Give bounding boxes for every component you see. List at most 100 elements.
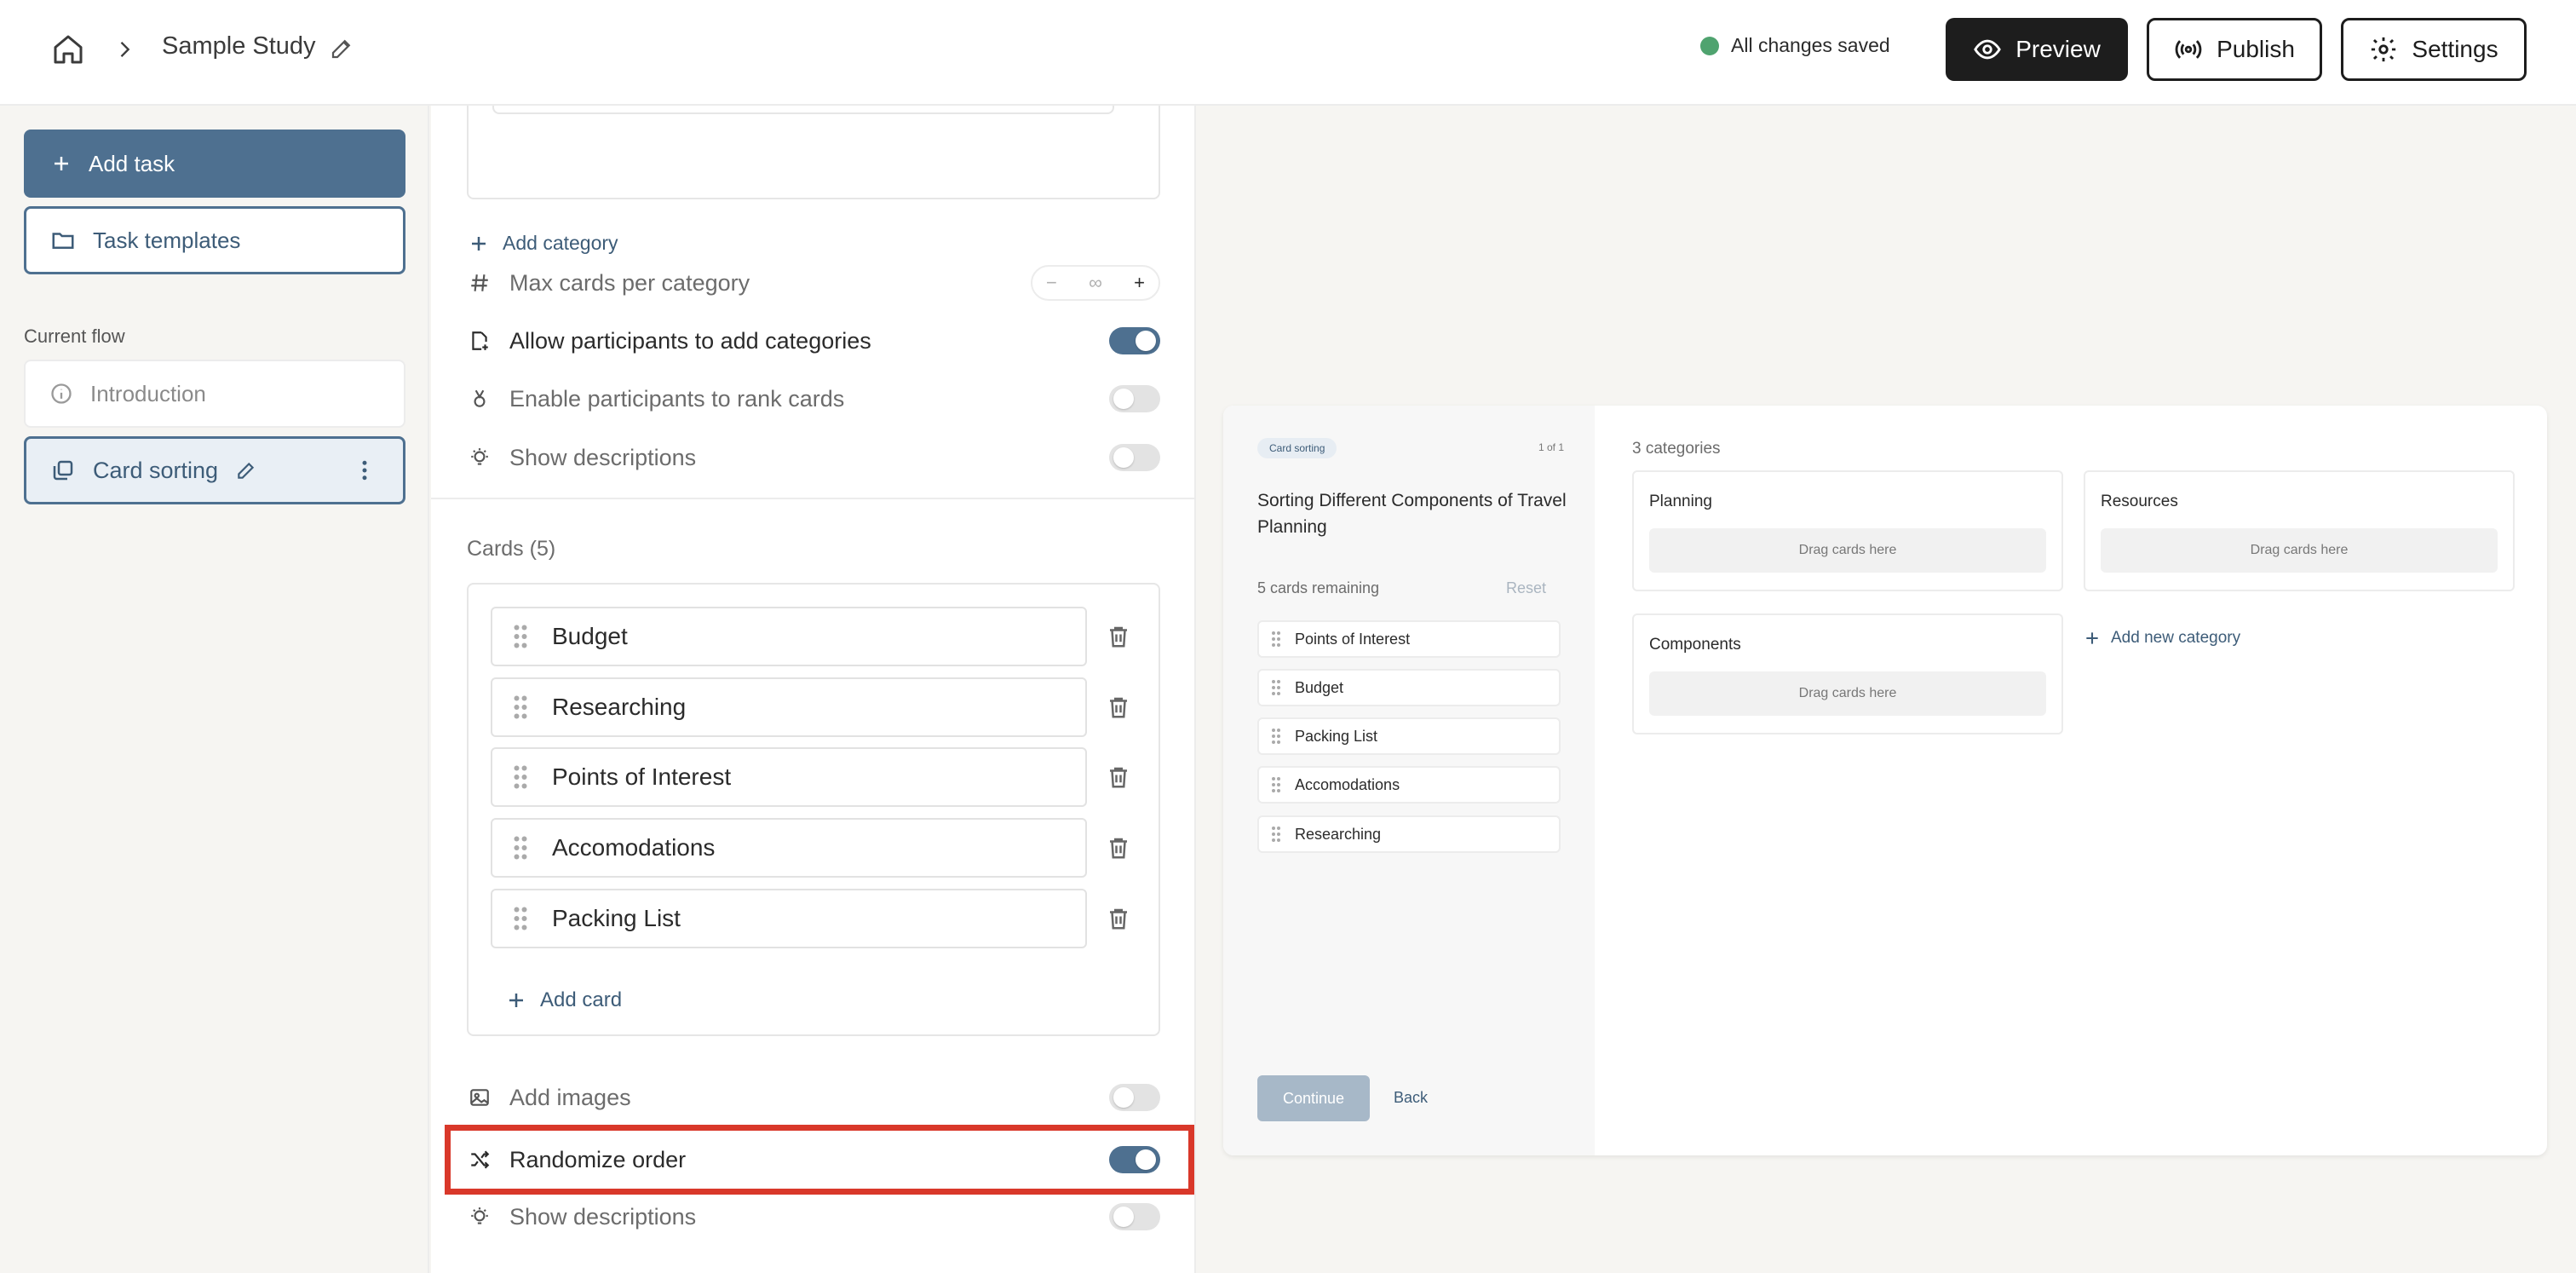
- trash-icon[interactable]: [1106, 834, 1131, 861]
- preview-card[interactable]: Points of Interest: [1257, 620, 1561, 658]
- bulb-icon: [467, 445, 492, 470]
- drag-handle-icon[interactable]: [513, 764, 528, 790]
- info-icon: [51, 383, 72, 404]
- add-card-button[interactable]: Add card: [506, 988, 622, 1012]
- add-task-button[interactable]: Add task: [24, 130, 405, 198]
- preview-canvas: Card sorting 1 of 1 Sorting Different Co…: [1198, 106, 2576, 1273]
- card-input[interactable]: Packing List: [491, 889, 1087, 948]
- card-input[interactable]: Points of Interest: [491, 747, 1087, 807]
- sidebar: Add task Task templates Current flow Int…: [0, 106, 429, 1273]
- categories-count: 3 categories: [1632, 440, 1721, 458]
- setting-show-descriptions-bottom: Show descriptions: [467, 1196, 1160, 1237]
- preview-card[interactable]: Packing List: [1257, 717, 1561, 755]
- study-name: Sample Study: [162, 32, 316, 60]
- drag-handle-icon: [1272, 729, 1280, 744]
- task-templates-button[interactable]: Task templates: [24, 206, 405, 274]
- task-title: Sorting Different Components of Travel P…: [1257, 491, 1567, 537]
- card-input[interactable]: Budget: [491, 607, 1087, 666]
- eye-icon: [1974, 39, 2002, 60]
- category-resources: Resources Drag cards here: [2084, 470, 2515, 591]
- drag-handle-icon[interactable]: [513, 835, 528, 861]
- show-descriptions-bottom-toggle[interactable]: [1109, 1203, 1160, 1230]
- add-new-category-label: Add new category: [2111, 629, 2241, 647]
- top-bar: Sample Study All changes saved Preview P…: [0, 0, 2576, 106]
- card-input[interactable]: Researching: [491, 677, 1087, 737]
- preview-card-label: Accomodations: [1295, 775, 1400, 793]
- home-button[interactable]: [48, 29, 89, 70]
- preview-card[interactable]: Accomodations: [1257, 766, 1561, 804]
- add-category-button[interactable]: Add category: [469, 232, 618, 255]
- broadcast-icon: [2175, 40, 2202, 59]
- preview-card[interactable]: Budget: [1257, 669, 1561, 706]
- flow-item-card-sorting[interactable]: Card sorting: [24, 436, 405, 504]
- divider: [431, 498, 1194, 499]
- card-row: Budget: [491, 607, 1138, 666]
- task-type-badge: Card sorting: [1257, 438, 1337, 458]
- flow-item-introduction[interactable]: Introduction: [24, 360, 405, 428]
- card-label: Budget: [552, 623, 628, 649]
- add-new-category-button[interactable]: Add new category: [2084, 629, 2240, 648]
- max-cards-stepper[interactable]: − ∞ +: [1031, 265, 1160, 301]
- settings-button[interactable]: Settings: [2341, 18, 2527, 81]
- categories-box: [467, 106, 1160, 199]
- edit-study-name-icon[interactable]: [329, 36, 354, 61]
- current-flow-label: Current flow: [24, 325, 125, 347]
- card-label: Accomodations: [552, 834, 716, 861]
- category-input[interactable]: [492, 106, 1114, 114]
- increment-button[interactable]: +: [1134, 272, 1145, 294]
- setting-allow-add-categories: Allow participants to add categories: [467, 320, 1160, 361]
- card-sort-preview: Card sorting 1 of 1 Sorting Different Co…: [1223, 406, 2547, 1155]
- preview-card-label: Budget: [1295, 678, 1344, 696]
- add-category-label: Add category: [503, 232, 618, 254]
- task-editor-panel: Add category Max cards per category − ∞ …: [431, 106, 1196, 1273]
- card-label: Researching: [552, 694, 687, 720]
- drag-handle-icon[interactable]: [513, 624, 528, 649]
- task-progress: 1 of 1: [1538, 441, 1565, 453]
- drop-zone[interactable]: Drag cards here: [1649, 671, 2046, 716]
- card-input[interactable]: Accomodations: [491, 818, 1087, 878]
- trash-icon[interactable]: [1106, 905, 1131, 932]
- drop-zone[interactable]: Drag cards here: [1649, 528, 2046, 573]
- setting-label: Show descriptions: [509, 1203, 697, 1230]
- drop-zone[interactable]: Drag cards here: [2101, 528, 2498, 573]
- show-descriptions-toggle[interactable]: [1109, 444, 1160, 471]
- gear-icon: [2372, 37, 2396, 62]
- publish-button[interactable]: Publish: [2147, 18, 2322, 81]
- plus-icon: [55, 157, 68, 170]
- category-name: Planning: [1649, 492, 1712, 510]
- drag-handle-icon[interactable]: [513, 906, 528, 931]
- reset-button[interactable]: Reset: [1506, 579, 1546, 597]
- trash-icon[interactable]: [1106, 763, 1131, 791]
- trash-icon[interactable]: [1106, 694, 1131, 721]
- setting-add-images: Add images: [467, 1077, 1160, 1118]
- more-vertical-icon[interactable]: [352, 458, 377, 483]
- setting-max-cards: Max cards per category − ∞ +: [467, 262, 1160, 303]
- flow-item-label: Card sorting: [93, 457, 219, 483]
- add-images-toggle[interactable]: [1109, 1084, 1160, 1111]
- drag-handle-icon: [1272, 777, 1280, 792]
- category-planning: Planning Drag cards here: [1632, 470, 2063, 591]
- drag-handle-icon: [1272, 680, 1280, 695]
- setting-label: Add images: [509, 1084, 631, 1110]
- drag-handle-icon[interactable]: [513, 694, 528, 720]
- rank-cards-toggle[interactable]: [1109, 385, 1160, 412]
- back-button[interactable]: Back: [1394, 1089, 1428, 1107]
- bulb-icon: [467, 1204, 492, 1230]
- edit-icon[interactable]: [235, 459, 257, 481]
- image-icon: [467, 1085, 492, 1110]
- preview-card-label: Researching: [1295, 825, 1382, 843]
- trash-icon[interactable]: [1106, 623, 1131, 650]
- decrement-button[interactable]: −: [1046, 272, 1057, 294]
- category-name: Resources: [2101, 492, 2178, 510]
- card-row: Accomodations: [491, 818, 1138, 878]
- medal-icon: [467, 386, 492, 412]
- preview-card[interactable]: Researching: [1257, 815, 1561, 853]
- preview-button[interactable]: Preview: [1946, 18, 2128, 81]
- card-row: Points of Interest: [491, 747, 1138, 807]
- flow-item-label: Introduction: [90, 380, 206, 406]
- continue-button[interactable]: Continue: [1257, 1075, 1370, 1121]
- allow-add-categories-toggle[interactable]: [1109, 327, 1160, 354]
- task-templates-label: Task templates: [93, 227, 241, 253]
- plus-icon: [472, 236, 486, 251]
- cards-remaining: 5 cards remaining: [1257, 579, 1380, 596]
